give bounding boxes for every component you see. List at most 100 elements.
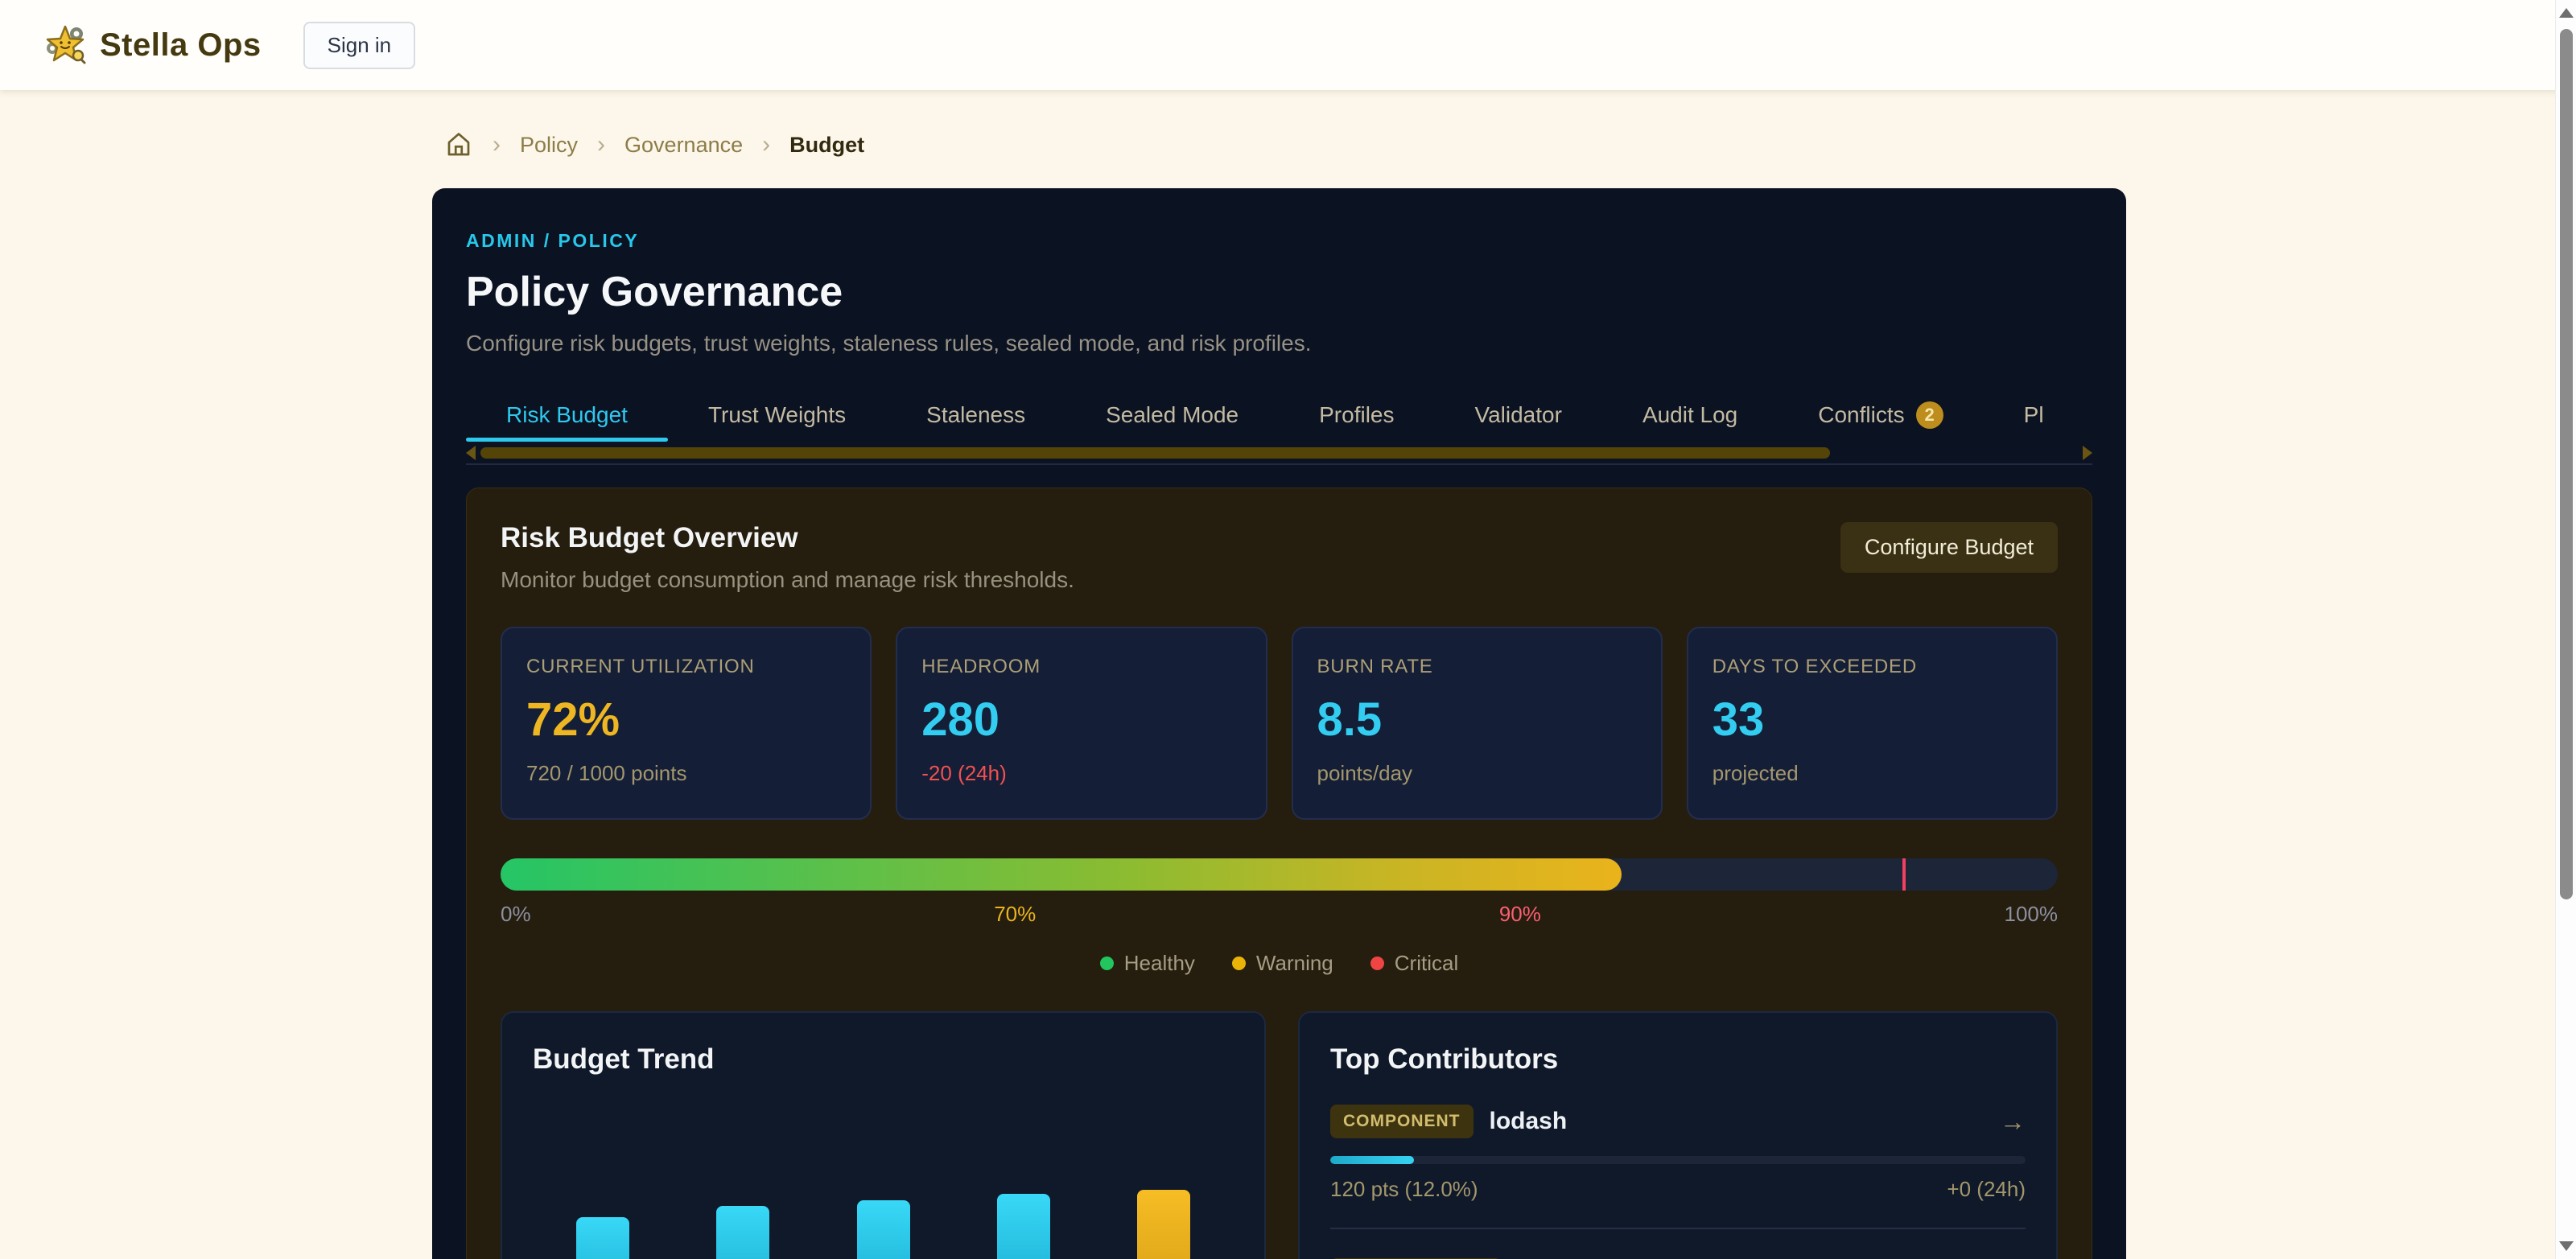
- stat-card-current-utilization: CURRENT UTILIZATION 72% 720 / 1000 point…: [501, 627, 872, 820]
- trend-bar-column: [533, 1100, 673, 1259]
- budget-trend-card: Budget Trend 12/112/812/1512/2212/29: [501, 1011, 1266, 1259]
- contributor-name: lodash: [1490, 1108, 1568, 1135]
- tab-sealed-mode[interactable]: Sealed Mode: [1065, 389, 1279, 442]
- stat-subtext: projected: [1713, 761, 2032, 786]
- tab-truncated[interactable]: Pl: [1984, 389, 2084, 442]
- contributor-row[interactable]: COMPONENT lodash → 120 pts (12.0%) +0 (2…: [1330, 1105, 2026, 1229]
- tab-label: Conflicts: [1818, 402, 1904, 428]
- tab-trust-weights[interactable]: Trust Weights: [668, 389, 886, 442]
- tabs-scrollbar-thumb[interactable]: [480, 447, 1830, 459]
- critical-threshold-marker: [1902, 858, 1906, 891]
- stat-label: BURN RATE: [1317, 656, 1637, 678]
- stat-label: CURRENT UTILIZATION: [526, 656, 846, 678]
- budget-utilization-bar: [501, 858, 2058, 891]
- configure-budget-button[interactable]: Configure Budget: [1840, 522, 2058, 573]
- tabs-divider: [466, 463, 2092, 465]
- legend-healthy: Healthy: [1100, 951, 1195, 976]
- breadcrumb-separator: ›: [597, 133, 605, 157]
- stat-card-days-to-exceeded: DAYS TO EXCEEDED 33 projected: [1687, 627, 2058, 820]
- stat-label: HEADROOM: [921, 656, 1241, 678]
- legend-label: Warning: [1256, 951, 1333, 976]
- tab-staleness[interactable]: Staleness: [886, 389, 1065, 442]
- trend-bar: [857, 1200, 910, 1259]
- status-legend: Healthy Warning Critical: [501, 951, 2058, 976]
- page-subtitle: Configure risk budgets, trust weights, s…: [466, 331, 2092, 356]
- trend-bar-column: [954, 1100, 1094, 1259]
- scroll-right-arrow-icon[interactable]: [2083, 446, 2092, 460]
- budget-trend-title: Budget Trend: [533, 1043, 1234, 1076]
- tab-label: Validator: [1475, 402, 1562, 428]
- contributor-type-badge: COMPONENT: [1330, 1105, 1473, 1138]
- stat-subtext: -20 (24h): [921, 761, 1241, 786]
- stat-value: 72%: [526, 693, 846, 747]
- vertical-scrollbar-thumb[interactable]: [2560, 29, 2573, 899]
- stat-label: DAYS TO EXCEEDED: [1713, 656, 2032, 678]
- legend-warning: Warning: [1232, 951, 1333, 976]
- tab-label: Audit Log: [1642, 402, 1737, 428]
- tabs-horizontal-scrollbar[interactable]: [466, 446, 2092, 459]
- scroll-down-arrow-icon[interactable]: [2559, 1241, 2574, 1251]
- tab-bar: Risk Budget Trust Weights Staleness Seal…: [466, 389, 2092, 442]
- tab-label: Trust Weights: [708, 402, 846, 428]
- tabs-scrollbar-track[interactable]: [480, 447, 2078, 459]
- section-eyebrow: ADMIN / POLICY: [466, 230, 2092, 252]
- scroll-left-arrow-icon[interactable]: [466, 446, 476, 460]
- page-vertical-scrollbar[interactable]: [2555, 0, 2576, 1259]
- top-contributors-title: Top Contributors: [1330, 1043, 2026, 1076]
- legend-critical: Critical: [1370, 951, 1458, 976]
- stella-ops-logo-icon: [43, 23, 87, 67]
- trend-bar-column: [673, 1100, 813, 1259]
- sign-in-button[interactable]: Sign in: [303, 22, 416, 69]
- tab-profiles[interactable]: Profiles: [1279, 389, 1434, 442]
- stat-value: 280: [921, 693, 1241, 747]
- divider: [1330, 1228, 2026, 1229]
- tab-conflicts[interactable]: Conflicts 2: [1778, 389, 1983, 442]
- breadcrumb-governance[interactable]: Governance: [624, 133, 743, 158]
- overview-subtitle: Monitor budget consumption and manage ri…: [501, 567, 1074, 593]
- app-header: Stella Ops Sign in: [0, 0, 2576, 90]
- contributor-bar-fill: [1330, 1156, 1414, 1164]
- stat-card-headroom: HEADROOM 280 -20 (24h): [896, 627, 1267, 820]
- critical-dot-icon: [1370, 957, 1384, 970]
- tab-label: Pl: [2024, 402, 2044, 428]
- conflicts-count-badge: 2: [1916, 401, 1943, 429]
- breadcrumb-policy[interactable]: Policy: [520, 133, 578, 158]
- contributor-points: 120 pts (12.0%): [1330, 1177, 1478, 1202]
- policy-governance-panel: ADMIN / POLICY Policy Governance Configu…: [432, 188, 2126, 1259]
- legend-label: Healthy: [1124, 951, 1195, 976]
- trend-bar: [997, 1194, 1050, 1259]
- threshold-0: 0%: [501, 902, 531, 927]
- threshold-100: 100%: [2005, 902, 2059, 927]
- breadcrumb: › Policy › Governance › Budget: [444, 130, 2576, 159]
- trend-bar: [576, 1217, 629, 1259]
- budget-trend-chart: [533, 1100, 1234, 1259]
- scroll-up-arrow-icon[interactable]: [2559, 8, 2574, 18]
- stat-card-burn-rate: BURN RATE 8.5 points/day: [1292, 627, 1663, 820]
- brand[interactable]: Stella Ops: [43, 23, 262, 67]
- tab-risk-budget[interactable]: Risk Budget: [466, 389, 668, 442]
- legend-label: Critical: [1395, 951, 1458, 976]
- tab-label: Staleness: [926, 402, 1025, 428]
- risk-budget-overview-card: Risk Budget Overview Monitor budget cons…: [466, 488, 2092, 1259]
- contributor-delta: +0 (24h): [1947, 1177, 2026, 1202]
- home-icon[interactable]: [444, 130, 473, 159]
- tab-label: Profiles: [1319, 402, 1394, 428]
- tab-validator[interactable]: Validator: [1435, 389, 1602, 442]
- trend-flat-arrow-icon: →: [2000, 1107, 2026, 1137]
- stat-subtext: points/day: [1317, 761, 1637, 786]
- contributor-bar: [1330, 1156, 2026, 1164]
- healthy-dot-icon: [1100, 957, 1114, 970]
- breadcrumb-separator: ›: [762, 133, 770, 157]
- trend-bar: [1137, 1190, 1190, 1259]
- tab-label: Risk Budget: [506, 402, 628, 428]
- breadcrumb-budget: Budget: [789, 133, 864, 158]
- trend-bar-column: [813, 1100, 953, 1259]
- page-title: Policy Governance: [466, 268, 2092, 316]
- tab-label: Sealed Mode: [1106, 402, 1239, 428]
- threshold-70: 70%: [994, 902, 1036, 927]
- top-contributors-card: Top Contributors COMPONENT lodash → 120 …: [1298, 1011, 2058, 1259]
- stat-value: 33: [1713, 693, 2032, 747]
- brand-name: Stella Ops: [100, 27, 262, 64]
- tab-audit-log[interactable]: Audit Log: [1602, 389, 1778, 442]
- trend-bar: [716, 1206, 769, 1259]
